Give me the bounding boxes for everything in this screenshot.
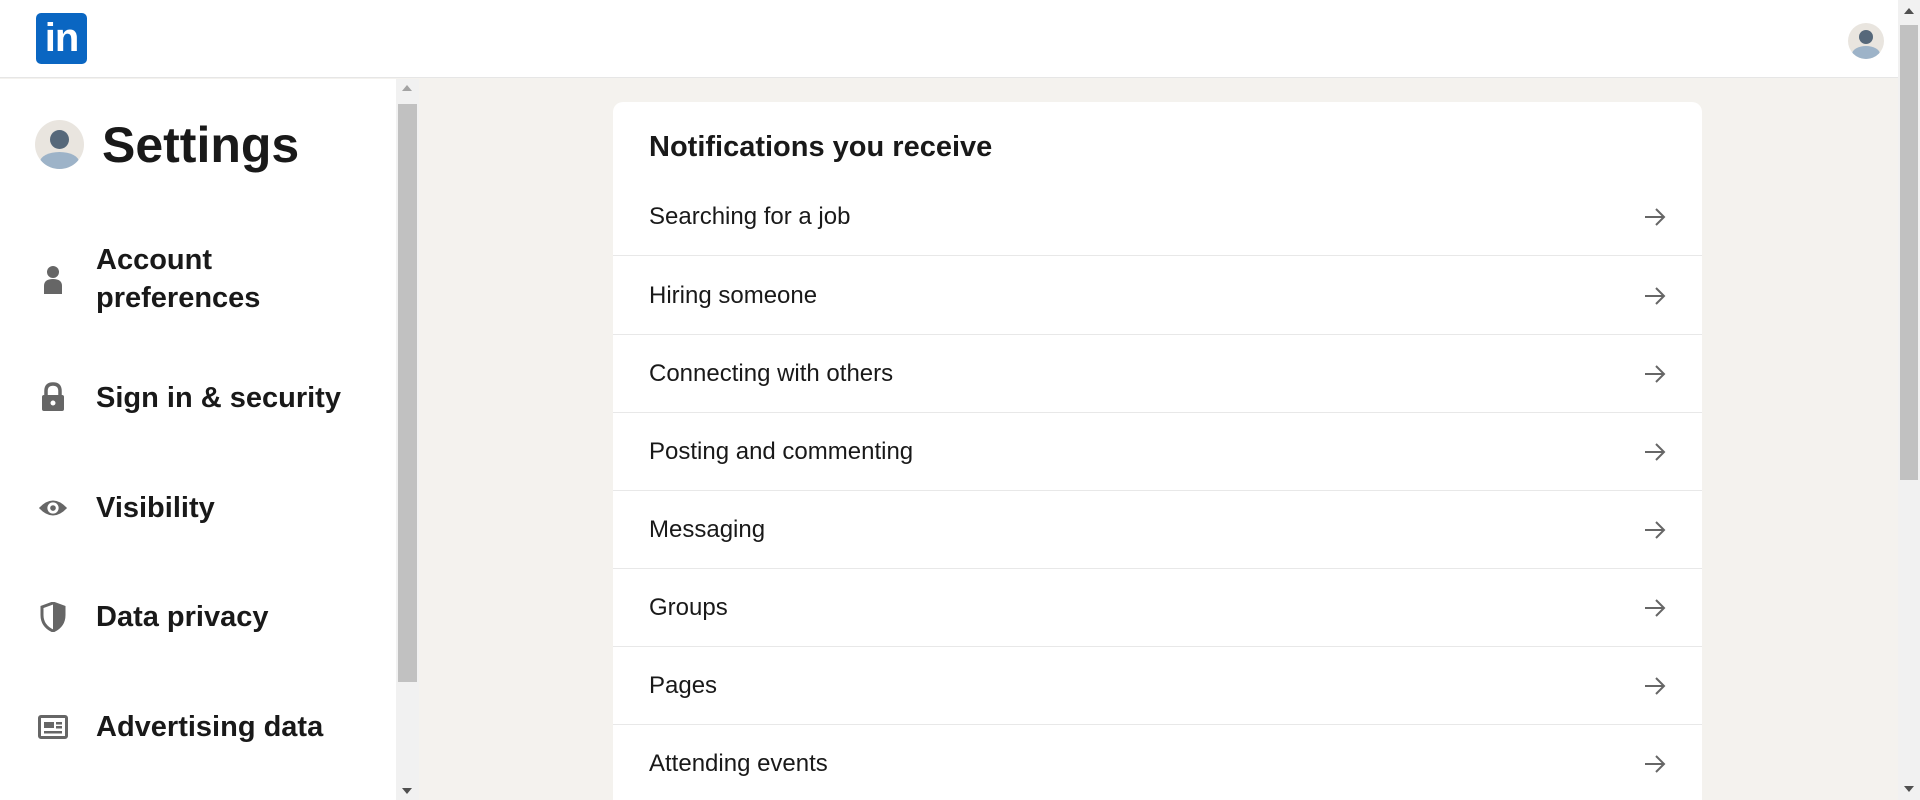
sidebar-item-data-privacy[interactable]: Data privacy: [0, 597, 396, 637]
arrow-right-icon: [1645, 208, 1666, 226]
list-item-connecting-with-others[interactable]: Connecting with others: [613, 335, 1702, 413]
sidebar-item-label: Visibility: [96, 492, 215, 524]
arrow-right-icon: [1645, 365, 1666, 383]
list-item-label: Messaging: [649, 516, 766, 543]
sidebar-item-label: Advertising data: [96, 711, 324, 743]
newspaper-icon: [38, 712, 68, 742]
sidebar-item-label: Sign in & security: [96, 382, 341, 414]
sidebar-item-advertising-data[interactable]: Advertising data: [0, 707, 396, 747]
avatar-head: [1859, 30, 1873, 44]
list-item-pages[interactable]: Pages: [613, 647, 1702, 725]
list-item-label: Pages: [649, 672, 718, 699]
scrollbar-thumb[interactable]: [1900, 25, 1918, 480]
list-item-hiring-someone[interactable]: Hiring someone: [613, 257, 1702, 335]
notifications-card: Notifications you receive Searching for …: [613, 102, 1702, 800]
arrow-right-icon: [1645, 521, 1666, 539]
arrow-right-icon: [1645, 443, 1666, 461]
arrow-right-icon: [1645, 755, 1666, 773]
person-icon: [38, 264, 68, 294]
profile-avatar[interactable]: [1848, 23, 1884, 59]
sidebar-item-account-preferences[interactable]: Account preferences: [0, 239, 396, 319]
sidebar-item-visibility[interactable]: Visibility: [0, 488, 396, 528]
arrow-right-icon: [1645, 287, 1666, 305]
lock-icon: [38, 382, 68, 412]
linkedin-logo[interactable]: in: [36, 13, 87, 64]
sidebar-item-sign-in-security[interactable]: Sign in & security: [0, 378, 396, 418]
sidebar-item-label: Account preferences: [96, 244, 261, 314]
scroll-up-arrow-icon[interactable]: [1904, 8, 1914, 14]
settings-sidebar: Settings Account preferences Sign in & s…: [0, 79, 396, 800]
list-item-label: Posting and commenting: [649, 438, 914, 465]
list-item-label: Attending events: [649, 750, 828, 777]
page-scrollbar[interactable]: [1898, 0, 1920, 800]
list-item-posting-and-commenting[interactable]: Posting and commenting: [613, 413, 1702, 491]
list-item-label: Groups: [649, 594, 728, 621]
list-item-label: Searching for a job: [649, 203, 851, 230]
arrow-right-icon: [1645, 677, 1666, 695]
sidebar-scrollbar[interactable]: [396, 79, 419, 800]
sidebar-item-label: Data privacy: [96, 601, 269, 633]
shield-icon: [38, 602, 68, 632]
list-item-groups[interactable]: Groups: [613, 569, 1702, 647]
avatar-body: [40, 152, 79, 169]
top-header: in: [0, 0, 1898, 78]
list-item-searching-for-a-job[interactable]: Searching for a job: [613, 178, 1702, 256]
list-item-label: Connecting with others: [649, 360, 894, 387]
card-title: Notifications you receive: [649, 131, 993, 163]
page-title: Settings: [102, 117, 300, 173]
scroll-up-arrow-icon[interactable]: [402, 85, 412, 91]
scrollbar-thumb[interactable]: [398, 104, 417, 682]
avatar-head: [50, 130, 69, 149]
scroll-down-arrow-icon[interactable]: [1904, 786, 1914, 792]
list-item-messaging[interactable]: Messaging: [613, 491, 1702, 569]
arrow-right-icon: [1645, 599, 1666, 617]
scroll-down-arrow-icon[interactable]: [402, 788, 412, 794]
avatar-body: [1852, 46, 1880, 59]
eye-icon: [38, 493, 68, 523]
list-item-label: Hiring someone: [649, 282, 818, 309]
sidebar-avatar: [35, 120, 84, 169]
list-item-attending-events[interactable]: Attending events: [613, 725, 1702, 800]
